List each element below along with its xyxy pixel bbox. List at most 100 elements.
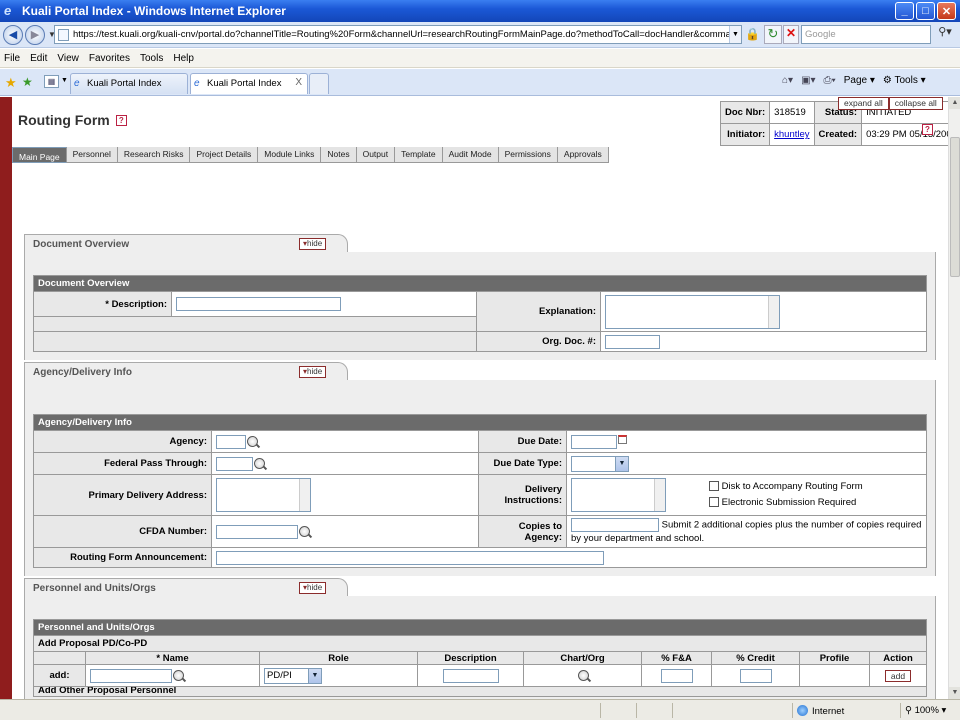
home-icon[interactable]: ⌂▾ <box>782 75 793 86</box>
initiator-link[interactable]: khuntley <box>774 129 809 140</box>
federal-pass-lookup-icon[interactable] <box>254 458 265 469</box>
tab-permissions[interactable]: Permissions <box>499 147 558 163</box>
tab-approvals[interactable]: Approvals <box>558 147 609 163</box>
delivery-instructions-cell: Disk to Accompany Routing Form Electroni… <box>566 474 927 516</box>
menu-help[interactable]: Help <box>173 53 194 64</box>
due-date-type-select[interactable]: ▼ <box>571 455 629 472</box>
zoom-control[interactable]: ⚲ 100% ▾ <box>900 703 958 718</box>
initiator-label: Initiator: <box>719 123 771 146</box>
add-button[interactable]: add <box>884 669 912 682</box>
help-icon[interactable]: ? <box>922 124 933 135</box>
tools-menu[interactable]: ⚙ Tools ▾ <box>883 75 926 86</box>
disk-checkbox[interactable] <box>708 481 719 492</box>
personnel-header: Personnel and Units/Orgs <box>33 619 927 636</box>
refresh-button[interactable]: ↻ <box>764 25 782 44</box>
new-tab-button[interactable] <box>309 73 329 94</box>
menu-view[interactable]: View <box>57 53 79 64</box>
document-overview-tab: Document Overview hide <box>24 234 348 252</box>
collapse-all-button[interactable]: collapse all <box>888 97 943 110</box>
print-icon[interactable]: ⎙▾ <box>824 75 836 86</box>
description-input[interactable] <box>442 668 499 683</box>
add-proposal-pd-subheader: Add Proposal PD/Co-PD <box>33 635 927 652</box>
quick-tabs-icon[interactable]: ▦ <box>44 75 59 88</box>
explanation-textarea[interactable] <box>605 294 780 329</box>
search-input[interactable]: Google <box>801 25 931 44</box>
org-doc-input[interactable] <box>605 334 660 349</box>
menu-file[interactable]: File <box>4 53 20 64</box>
address-dropdown-icon[interactable]: ▼ <box>729 26 741 43</box>
expand-all-button[interactable]: expand all <box>838 97 889 110</box>
agency-input[interactable] <box>216 434 246 449</box>
electronic-option: Electronic Submission Required <box>708 497 856 508</box>
browser-tab-2[interactable]: e Kuali Portal Index X <box>190 73 308 94</box>
cfda-lookup-icon[interactable] <box>299 526 310 537</box>
scrollbar-thumb[interactable] <box>950 137 960 277</box>
fa-input[interactable] <box>660 668 693 683</box>
hide-button[interactable]: hide <box>299 366 327 378</box>
column-header <box>33 651 86 665</box>
chart-org-lookup-icon[interactable] <box>577 669 589 681</box>
cfda-input[interactable] <box>216 524 298 539</box>
federal-pass-label: Federal Pass Through: <box>33 452 212 475</box>
role-select[interactable]: PD/PI ▼ <box>264 667 322 684</box>
lock-icon[interactable]: 🔒 <box>745 27 760 42</box>
back-button[interactable]: ◀ <box>3 24 23 45</box>
announcement-input[interactable] <box>216 550 604 565</box>
tab-template[interactable]: Template <box>395 147 443 163</box>
tab-personnel[interactable]: Personnel <box>67 147 118 163</box>
help-icon[interactable]: ? <box>115 114 127 126</box>
credit-input[interactable] <box>739 668 772 683</box>
agency-lookup-icon[interactable] <box>247 436 258 447</box>
description-label: * Description: <box>33 291 172 317</box>
minimize-button[interactable]: _ <box>895 2 914 20</box>
feeds-icon[interactable]: ▣▾ <box>801 75 815 86</box>
primary-delivery-label: Primary Delivery Address: <box>33 474 212 516</box>
agency-delivery-header: Agency/Delivery Info <box>33 414 927 431</box>
window-title-bar: e Kuali Portal Index - Windows Internet … <box>0 0 960 22</box>
maximize-button[interactable]: □ <box>916 2 935 20</box>
page-menu[interactable]: Page ▾ <box>844 75 875 86</box>
calendar-icon[interactable] <box>618 434 627 444</box>
tab-favicon: e <box>74 78 80 89</box>
scroll-down-icon[interactable]: ▼ <box>949 687 960 699</box>
close-window-button[interactable]: ✕ <box>937 2 956 20</box>
primary-delivery-textarea[interactable] <box>216 478 311 512</box>
due-date-input[interactable] <box>571 434 617 449</box>
hide-button[interactable]: hide <box>299 238 327 250</box>
column-header-credit: % Credit <box>711 651 800 665</box>
tab-module-links[interactable]: Module Links <box>258 147 322 163</box>
address-input[interactable]: https://test.kuali.org/kuali-cnv/portal.… <box>54 25 742 44</box>
federal-pass-input[interactable] <box>216 456 253 471</box>
add-favorite-icon[interactable]: ★ <box>22 75 33 89</box>
copies-input[interactable] <box>571 518 659 532</box>
electronic-checkbox[interactable] <box>708 497 719 508</box>
search-icon[interactable]: ⚲▾ <box>934 25 956 44</box>
document-overview-table: Document Overview * Description: Explana… <box>33 275 927 352</box>
tab-notes[interactable]: Notes <box>321 147 357 163</box>
tab-main-page[interactable]: Main Page <box>12 147 67 163</box>
menu-edit[interactable]: Edit <box>30 53 47 64</box>
copies-cell: Submit 2 additional copies plus the numb… <box>566 515 927 548</box>
close-tab-button[interactable]: X <box>295 77 302 88</box>
browser-tab-1[interactable]: e Kuali Portal Index <box>70 73 188 94</box>
favorites-star-icon[interactable]: ★ <box>5 75 17 91</box>
tab-research-risks[interactable]: Research Risks <box>118 147 191 163</box>
description-input[interactable] <box>176 297 341 311</box>
scroll-up-icon[interactable]: ▲ <box>949 97 960 109</box>
description-cell <box>417 664 524 687</box>
menu-tools[interactable]: Tools <box>140 53 163 64</box>
hide-button[interactable]: hide <box>299 582 327 594</box>
delivery-instructions-textarea[interactable] <box>571 478 666 512</box>
tab-output[interactable]: Output <box>357 147 396 163</box>
forward-button[interactable]: ▶ <box>25 24 45 45</box>
due-date-label: Due Date: <box>478 430 567 453</box>
tab-project-details[interactable]: Project Details <box>190 147 259 163</box>
menu-favorites[interactable]: Favorites <box>89 53 130 64</box>
tab-list-dropdown-icon[interactable]: ▼ <box>61 77 68 84</box>
name-lookup-icon[interactable] <box>173 670 184 681</box>
stop-button[interactable]: ✕ <box>783 25 799 44</box>
tab-audit-mode[interactable]: Audit Mode <box>443 147 499 163</box>
vertical-scrollbar[interactable]: ▲ ▼ <box>948 97 960 699</box>
column-header-name: * Name <box>85 651 260 665</box>
name-input[interactable] <box>90 668 172 683</box>
